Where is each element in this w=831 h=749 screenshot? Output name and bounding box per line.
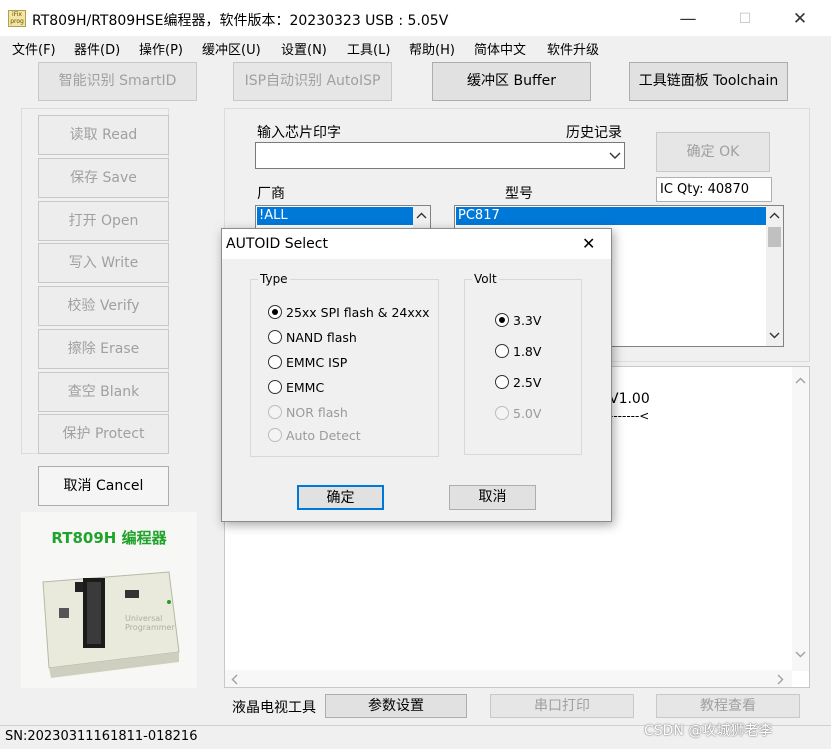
chevron-up-icon[interactable]	[795, 377, 806, 384]
volt-option-label: 2.5V	[513, 375, 542, 390]
volt-option-label: 1.8V	[513, 344, 542, 359]
vendor-scrollbar[interactable]	[413, 206, 430, 228]
menu-settings[interactable]: 设置(N)	[281, 39, 327, 58]
watermark: CSDN @攻城狮老李	[644, 723, 773, 739]
volt-group-label: Volt	[472, 272, 499, 286]
type-option-label: NOR flash	[286, 405, 348, 420]
menu-upgrade[interactable]: 软件升级	[547, 39, 599, 58]
type-group-label: Type	[258, 272, 290, 286]
chevron-up-icon[interactable]	[769, 212, 780, 219]
model-label: 型号	[505, 186, 533, 202]
radio-icon[interactable]	[495, 344, 509, 358]
smartid-button[interactable]: 智能识别 SmartID	[38, 62, 197, 101]
menu-bar: 文件(F) 器件(D) 操作(P) 缓冲区(U) 设置(N) 工具(L) 帮助(…	[0, 36, 831, 60]
type-option-label: EMMC ISP	[286, 355, 348, 370]
product-title: RT809H 编程器	[51, 529, 167, 547]
chevron-up-icon[interactable]	[416, 212, 427, 219]
menu-file[interactable]: 文件(F)	[12, 39, 56, 58]
autoisp-button[interactable]: ISP自动识别 AutoISP	[233, 62, 392, 101]
chevron-right-icon[interactable]	[777, 674, 784, 685]
dialog-title-bar: AUTOID Select ✕	[222, 229, 611, 259]
log-vertical-scrollbar[interactable]	[792, 367, 809, 671]
radio-icon[interactable]	[268, 380, 282, 394]
chevron-left-icon[interactable]	[231, 674, 238, 685]
product-image: RT809H 编程器 Universal Programmer	[21, 512, 197, 688]
menu-tools[interactable]: 工具(L)	[347, 39, 390, 58]
open-button[interactable]: 打开 Open	[38, 201, 169, 241]
ok-button[interactable]: 确定 OK	[656, 132, 770, 172]
type-option-label: NAND flash	[286, 330, 357, 345]
chip-marking-combobox[interactable]	[255, 142, 625, 169]
cancel-operation-button[interactable]: 取消 Cancel	[38, 466, 169, 506]
blank-button[interactable]: 查空 Blank	[38, 372, 169, 412]
menu-language[interactable]: 简体中文	[474, 39, 526, 58]
lcd-tools-label: 液晶电视工具	[232, 700, 316, 716]
volt-option-label: 5.0V	[513, 406, 542, 421]
maximize-icon: ☐	[738, 11, 752, 27]
log-separator-text: -------<	[609, 409, 650, 423]
log-version-text: V1.00	[609, 391, 650, 407]
model-scrollbar[interactable]	[766, 206, 783, 346]
serial-number: SN:20230311161811-018216	[5, 729, 198, 744]
title-bar: iFix prog RT809H/RT809HSE编程器，软件版本：202303…	[0, 0, 831, 36]
autoid-dialog: AUTOID Select ✕ Type 25xx SPI flash & 24…	[221, 228, 612, 522]
buffer-button[interactable]: 缓冲区 Buffer	[432, 62, 591, 101]
write-button[interactable]: 写入 Write	[38, 243, 169, 283]
radio-icon[interactable]	[268, 305, 282, 319]
dialog-ok-button[interactable]: 确定	[297, 485, 384, 510]
radio-icon[interactable]	[268, 428, 282, 442]
dialog-close-icon[interactable]: ✕	[582, 234, 595, 253]
log-horizontal-scrollbar[interactable]	[225, 670, 792, 687]
status-bar: SN:20230311161811-018216 CSDN @攻城狮老李	[0, 723, 831, 749]
radio-icon[interactable]	[268, 330, 282, 344]
radio-icon[interactable]	[268, 405, 282, 419]
save-button[interactable]: 保存 Save	[38, 158, 169, 198]
menu-device[interactable]: 器件(D)	[74, 39, 120, 58]
menu-operation[interactable]: 操作(P)	[139, 39, 183, 58]
model-item-pc817[interactable]: PC817	[456, 207, 766, 225]
window-title: RT809H/RT809HSE编程器，软件版本：20230323 USB : 5…	[32, 13, 449, 29]
vendor-list[interactable]: !ALL	[255, 205, 431, 229]
chip-marking-label: 输入芯片印字	[257, 125, 341, 141]
toolchain-button[interactable]: 工具链面板 Toolchain	[629, 62, 788, 101]
params-button[interactable]: 参数设置	[325, 694, 467, 718]
vendor-label: 厂商	[257, 186, 285, 202]
scroll-thumb[interactable]	[768, 227, 781, 247]
vendor-item-all[interactable]: !ALL	[257, 207, 413, 225]
erase-button[interactable]: 擦除 Erase	[38, 329, 169, 369]
app-icon: iFix prog	[8, 10, 26, 27]
type-option-label: Auto Detect	[286, 428, 361, 443]
volt-group	[464, 279, 582, 455]
volt-option-label: 3.3V	[513, 313, 542, 328]
protect-button[interactable]: 保护 Protect	[38, 414, 169, 454]
device-label: Universal Programmer	[125, 614, 175, 632]
radio-icon[interactable]	[495, 406, 509, 420]
chevron-down-icon[interactable]	[609, 152, 621, 160]
read-button[interactable]: 读取 Read	[38, 115, 169, 155]
ic-qty-display: IC Qty: 40870	[656, 177, 772, 202]
menu-buffer[interactable]: 缓冲区(U)	[202, 39, 261, 58]
dialog-cancel-button[interactable]: 取消	[449, 485, 536, 510]
history-label: 历史记录	[566, 125, 622, 141]
close-icon[interactable]: ✕	[788, 8, 812, 30]
verify-button[interactable]: 校验 Verify	[38, 286, 169, 326]
radio-icon[interactable]	[495, 375, 509, 389]
radio-icon[interactable]	[268, 355, 282, 369]
dialog-title: AUTOID Select	[226, 236, 328, 252]
radio-icon[interactable]	[495, 313, 509, 327]
menu-help[interactable]: 帮助(H)	[409, 39, 455, 58]
type-option-label: 25xx SPI flash & 24xxx	[286, 305, 430, 320]
serial-print-button[interactable]: 串口打印	[490, 694, 634, 718]
type-option-label: EMMC	[286, 380, 325, 395]
minimize-icon[interactable]: —	[676, 8, 700, 30]
tutorial-button[interactable]: 教程查看	[656, 694, 800, 718]
chevron-down-icon[interactable]	[795, 651, 806, 658]
chevron-down-icon[interactable]	[769, 332, 780, 339]
